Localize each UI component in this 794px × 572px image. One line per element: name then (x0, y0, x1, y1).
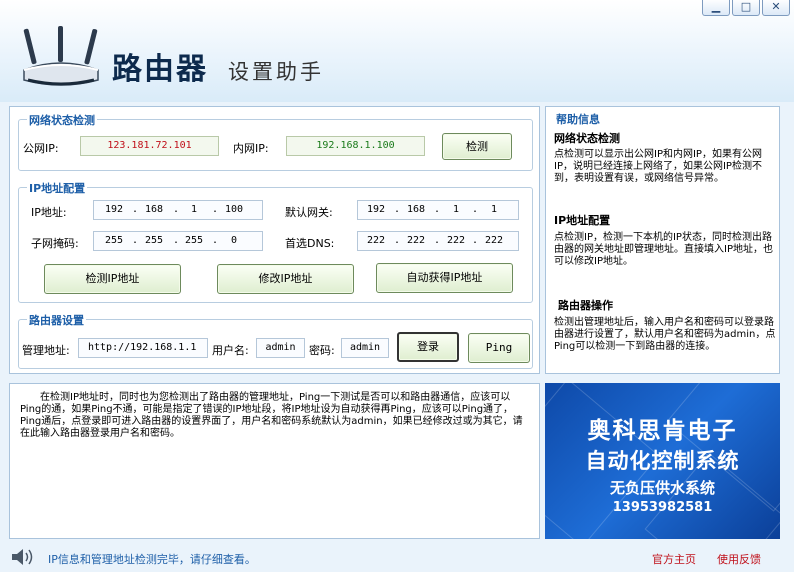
ad-phone: 13953982581 (612, 500, 713, 515)
help-text: 点检测IP，检测一下本机的IP状态，同时检测出路由器的网关地址即管理地址。直接填… (554, 232, 773, 267)
ad-product-line: 自动化控制系统 (585, 448, 740, 473)
app-header: ▁ □ ✕ 路由器 设置助手 (0, 0, 794, 102)
public-ip-field[interactable]: 123.181.72.101 (80, 136, 219, 156)
router-icon (23, 26, 99, 86)
ad-company-name: 奥科思肯电子 (587, 417, 738, 444)
status-message: IP信息和管理地址检测完毕，请仔细查看。 (48, 553, 256, 566)
ip-address-label: IP地址: (31, 206, 67, 219)
ip-octet: 1 (190, 204, 198, 215)
ip-octet: 255 (104, 235, 124, 246)
auto-ip-button[interactable]: 自动获得IP地址 (376, 263, 513, 293)
window-controls: ▁ □ ✕ (702, 0, 790, 16)
network-status-title: 网络状态检测 (27, 112, 97, 128)
password-label: 密码: (309, 344, 335, 357)
gateway-label: 默认网关: (285, 206, 333, 219)
ip-octet: 192 (366, 204, 386, 215)
subnet-mask-label: 子网掩码: (31, 237, 79, 250)
router-settings-group: 路由器设置 管理地址: http://192.168.1.1 用户名: admi… (18, 312, 533, 369)
ad-product-line: 无负压供水系统 (609, 479, 715, 497)
app-subtitle: 设置助手 (228, 60, 324, 84)
help-text: 检测出管理地址后，输入用户名和密码可以登录路由器进行设置了，默认用户名和密码为a… (554, 317, 776, 352)
username-input[interactable]: admin (256, 338, 305, 358)
ip-octet: 222 (484, 235, 504, 246)
main-settings-panel: 网络状态检测 公网IP: 123.181.72.101 内网IP: 192.16… (9, 106, 540, 374)
help-heading: 网络状态检测 (554, 132, 620, 145)
info-textbox[interactable]: 在检测IP地址时，同时也为您检测出了路由器的管理地址，Ping一下测试是否可以和… (9, 383, 540, 539)
admin-url-input[interactable]: http://192.168.1.1 (78, 338, 208, 358)
ip-octet: 1 (452, 204, 460, 215)
ip-octet: 222 (406, 235, 426, 246)
ip-address-input[interactable]: 192 . 168 . 1 . 100 (93, 200, 263, 220)
ip-octet: 1 (490, 204, 498, 215)
official-site-link[interactable]: 官方主页 (652, 551, 696, 567)
app-title: 路由器 (112, 52, 208, 87)
subnet-mask-input[interactable]: 255 . 255 . 255 . 0 (93, 231, 263, 251)
ip-octet: 0 (230, 235, 238, 246)
minimize-button[interactable]: ▁ (702, 0, 730, 16)
ip-octet: 255 (184, 235, 204, 246)
ad-banner[interactable]: 奥科思肯电子 自动化控制系统 无负压供水系统 13953982581 (545, 383, 780, 539)
router-settings-title: 路由器设置 (27, 312, 86, 328)
ip-config-group: IP地址配置 IP地址: 192 . 168 . 1 . 100 默认网关: 1… (18, 180, 533, 303)
network-status-group: 网络状态检测 公网IP: 123.181.72.101 内网IP: 192.16… (18, 112, 533, 171)
ip-config-title: IP地址配置 (27, 180, 88, 196)
modify-ip-button[interactable]: 修改IP地址 (217, 264, 354, 294)
dns-label: 首选DNS: (285, 237, 335, 250)
detect-network-button[interactable]: 检测 (442, 133, 512, 160)
close-button[interactable]: ✕ (762, 0, 790, 16)
ip-octet: 222 (446, 235, 466, 246)
detect-ip-button[interactable]: 检测IP地址 (44, 264, 181, 294)
ip-octet: 168 (144, 204, 164, 215)
help-heading: 路由器操作 (558, 299, 613, 312)
admin-url-label: 管理地址: (22, 344, 70, 357)
help-title: 帮助信息 (554, 111, 602, 127)
ip-octet: 100 (224, 204, 244, 215)
ip-octet: 222 (366, 235, 386, 246)
maximize-button[interactable]: □ (732, 0, 760, 16)
login-button[interactable]: 登录 (397, 332, 459, 362)
ip-octet: 168 (406, 204, 426, 215)
feedback-link[interactable]: 使用反馈 (717, 551, 761, 567)
help-heading: IP地址配置 (554, 214, 611, 227)
speaker-icon[interactable] (10, 547, 34, 567)
ip-octet: 192 (104, 204, 124, 215)
ping-button[interactable]: Ping (468, 333, 530, 363)
password-input[interactable]: admin (341, 338, 389, 358)
private-ip-field[interactable]: 192.168.1.100 (286, 136, 425, 156)
help-text: 点检测可以显示出公网IP和内网IP，如果有公网IP，说明已经连接上网络了，如果公… (554, 149, 762, 184)
status-bar: IP信息和管理地址检测完毕，请仔细查看。 官方主页 使用反馈 (0, 541, 794, 572)
ip-octet: 255 (144, 235, 164, 246)
gateway-input[interactable]: 192 . 168 . 1 . 1 (357, 200, 519, 220)
username-label: 用户名: (212, 344, 249, 357)
public-ip-label: 公网IP: (23, 142, 59, 155)
dns-input[interactable]: 222 . 222 . 222 . 222 (357, 231, 519, 251)
help-panel: 帮助信息 网络状态检测 点检测可以显示出公网IP和内网IP，如果有公网IP，说明… (545, 106, 780, 374)
private-ip-label: 内网IP: (233, 142, 269, 155)
